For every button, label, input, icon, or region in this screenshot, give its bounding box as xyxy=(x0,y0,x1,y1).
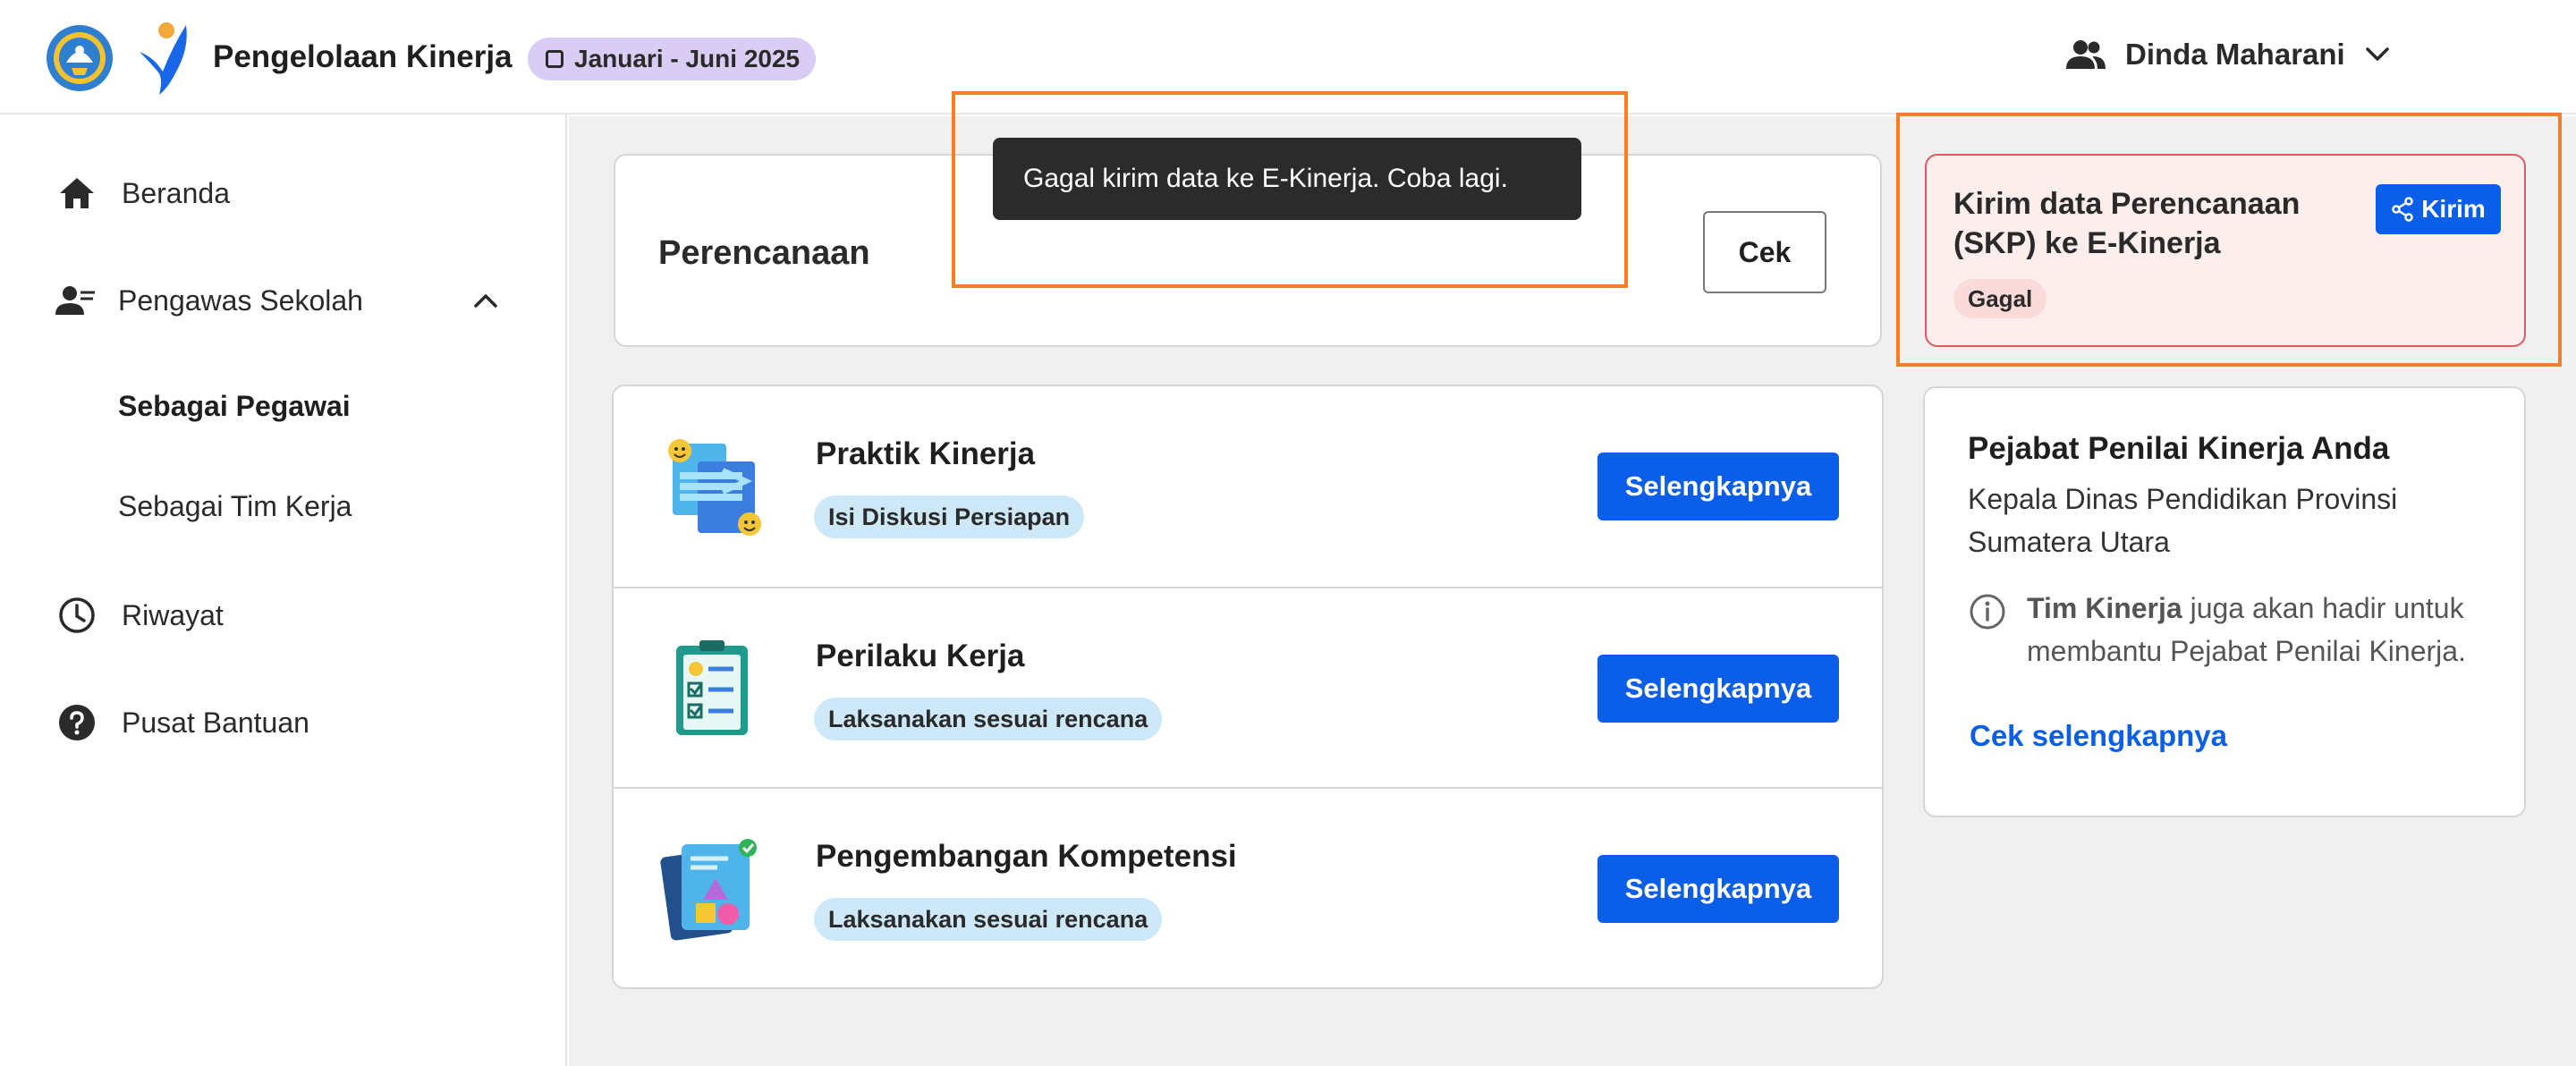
tim-kinerja-info-text: Tim Kinerja juga akan hadir untuk memban… xyxy=(2027,587,2528,673)
top-header: Pengelolaan Kinerja Januari - Juni 2025 … xyxy=(0,0,2576,114)
sidebar-item-riwayat[interactable]: Riwayat xyxy=(0,580,567,651)
pejabat-name: Kepala Dinas Pendidikan Provinsi Sumater… xyxy=(1968,483,2398,558)
tim-kinerja-label: Tim Kinerja xyxy=(2027,592,2182,624)
list-item: Praktik Kinerja Isi Diskusi Persiapan Se… xyxy=(614,386,1882,587)
list-item: Pengembangan Kompetensi Laksanakan sesua… xyxy=(614,787,1882,987)
sidebar-item-label: Beranda xyxy=(122,176,230,209)
row-title: Perilaku Kerja xyxy=(816,639,1025,673)
info-icon xyxy=(1970,594,2005,630)
sidebar-item-label: Pengawas Sekolah xyxy=(118,283,363,317)
sidebar-item-label: Riwayat xyxy=(122,598,224,631)
user-name: Dinda Maharani xyxy=(2125,38,2345,71)
users-icon xyxy=(2066,40,2106,69)
selengkapnya-button[interactable]: Selengkapnya xyxy=(1597,855,1839,923)
kirim-button-label: Kirim xyxy=(2421,195,2486,223)
app-title: Pengelolaan Kinerja xyxy=(213,39,513,74)
row-title: Praktik Kinerja xyxy=(816,436,1036,471)
pejabat-title: Pejabat Penilai Kinerja Anda xyxy=(1968,431,2390,466)
status-badge: Laksanakan sesuai rencana xyxy=(814,898,1163,941)
sidebar-item-label: Pusat Bantuan xyxy=(122,706,309,739)
pejabat-penilai-card: Pejabat Penilai Kinerja Anda Kepala Dina… xyxy=(1923,386,2526,817)
list-item: Perilaku Kerja Laksanakan sesuai rencana… xyxy=(614,587,1882,787)
chevron-down-icon xyxy=(2365,47,2389,61)
pengembangan-kompetensi-illustration xyxy=(660,839,757,941)
status-badge: Laksanakan sesuai rencana xyxy=(814,698,1163,740)
period-chip[interactable]: Januari - Juni 2025 xyxy=(528,38,817,80)
selengkapnya-button[interactable]: Selengkapnya xyxy=(1597,453,1839,520)
kirim-skp-title: Kirim data Perencanaan (SKP) ke E-Kinerj… xyxy=(1953,187,2301,260)
praktik-kinerja-illustration xyxy=(668,439,761,536)
kinerja-list-card: Praktik Kinerja Isi Diskusi Persiapan Se… xyxy=(612,385,1884,989)
status-badge: Isi Diskusi Persiapan xyxy=(814,495,1085,538)
sidebar-item-beranda[interactable]: Beranda xyxy=(0,157,567,229)
user-menu[interactable]: Dinda Maharani xyxy=(2066,32,2390,77)
sidebar-subitem-sebagai-pegawai[interactable]: Sebagai Pegawai xyxy=(118,390,351,423)
tut-wuri-handayani-logo xyxy=(47,25,113,91)
help-icon xyxy=(59,705,95,740)
error-toast: Gagal kirim data ke E-Kinerja. Coba lagi… xyxy=(993,138,1581,220)
cek-button[interactable]: Cek xyxy=(1703,211,1826,293)
perilaku-kerja-illustration xyxy=(676,640,748,735)
status-badge: Gagal xyxy=(1953,279,2047,318)
perencanaan-title: Perencanaan xyxy=(658,234,870,272)
chevron-up-icon[interactable] xyxy=(470,285,501,316)
clock-icon xyxy=(59,597,95,633)
kirim-skp-card: Kirim data Perencanaan (SKP) ke E-Kinerj… xyxy=(1925,154,2526,347)
sidebar-item-pusat-bantuan[interactable]: Pusat Bantuan xyxy=(0,687,567,758)
sidebar-subitem-sebagai-tim-kerja[interactable]: Sebagai Tim Kerja xyxy=(118,490,352,523)
sidebar-item-pengawas-sekolah[interactable]: Pengawas Sekolah xyxy=(0,265,567,336)
selengkapnya-button[interactable]: Selengkapnya xyxy=(1597,655,1839,723)
period-label: Januari - Juni 2025 xyxy=(574,45,801,72)
sidebar: Beranda Pengawas Sekolah Sebagai Pegawai… xyxy=(0,114,567,1066)
row-title: Pengembangan Kompetensi xyxy=(816,839,1237,874)
share-icon xyxy=(2392,197,2413,222)
calendar-square-icon xyxy=(546,50,564,68)
cek-selengkapnya-link[interactable]: Cek selengkapnya xyxy=(1970,719,2227,753)
home-icon xyxy=(60,178,94,208)
users-icon xyxy=(55,286,95,315)
kirim-button[interactable]: Kirim xyxy=(2376,184,2501,234)
app-logo xyxy=(140,22,187,95)
